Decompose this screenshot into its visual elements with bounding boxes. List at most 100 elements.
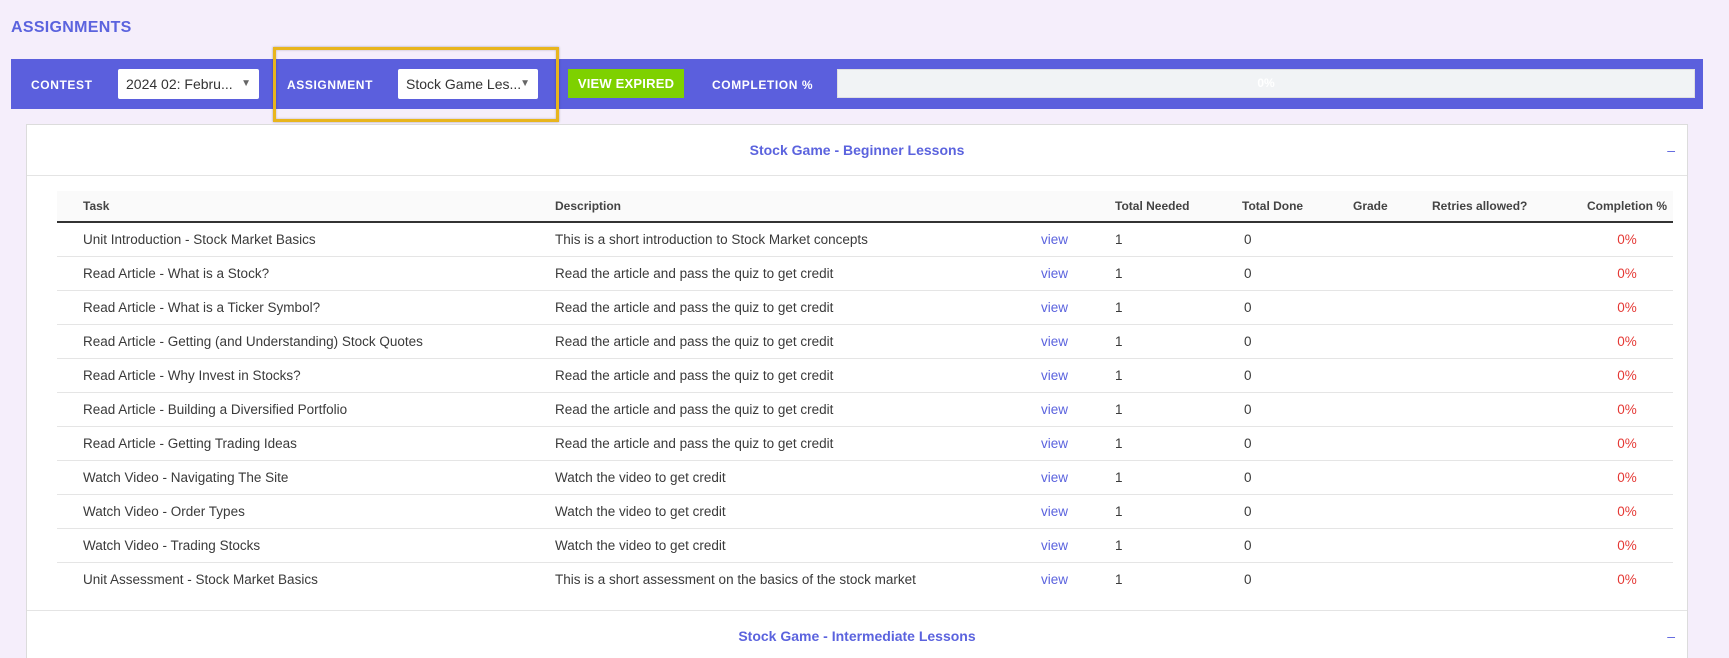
view-link[interactable]: view — [1041, 436, 1068, 451]
collapse-toggle[interactable]: – — [1667, 125, 1675, 175]
view-cell: view — [1015, 494, 1089, 529]
total-needed-cell: 1 — [1089, 324, 1216, 359]
assignment-toolbar: CONTEST 2024 02: Febru... ▼ ASSIGNMENT S… — [11, 59, 1703, 109]
table-header-row: Task Description Total Needed Total Done… — [57, 191, 1673, 223]
task-table: Task Description Total Needed Total Done… — [57, 191, 1673, 596]
view-link[interactable]: view — [1041, 470, 1068, 485]
column-header-retries[interactable]: Retries allowed? — [1406, 191, 1555, 223]
divider — [27, 175, 1687, 176]
table-row: Read Article - What is a Stock? Read the … — [57, 256, 1673, 291]
task-cell: Read Article - Getting Trading Ideas — [57, 426, 529, 461]
grade-cell — [1327, 222, 1406, 257]
retries-cell — [1406, 290, 1555, 325]
collapse-toggle[interactable]: – — [1667, 611, 1675, 658]
column-header-grade[interactable]: Grade — [1327, 191, 1406, 223]
column-header-completion[interactable]: Completion % — [1555, 191, 1673, 223]
retries-cell — [1406, 222, 1555, 257]
section-header-beginner[interactable]: Stock Game - Beginner Lessons – — [27, 125, 1687, 175]
grade-cell — [1327, 392, 1406, 427]
retries-cell — [1406, 426, 1555, 461]
retries-cell — [1406, 324, 1555, 359]
task-cell: Read Article - Why Invest in Stocks? — [57, 358, 529, 393]
completion-progress-bar: 0% — [837, 69, 1695, 98]
grade-cell — [1327, 494, 1406, 529]
retries-cell — [1406, 256, 1555, 291]
grade-cell — [1327, 562, 1406, 596]
view-cell: view — [1015, 392, 1089, 427]
view-cell: view — [1015, 528, 1089, 563]
task-cell: Watch Video - Order Types — [57, 494, 529, 529]
assignments-panel: Stock Game - Beginner Lessons – Task Des… — [26, 124, 1688, 658]
task-cell: Watch Video - Trading Stocks — [57, 528, 529, 563]
table-row: Read Article - What is a Ticker Symbol? R… — [57, 290, 1673, 325]
grade-cell — [1327, 324, 1406, 359]
retries-cell — [1406, 358, 1555, 393]
view-cell: view — [1015, 290, 1089, 325]
retries-cell — [1406, 494, 1555, 529]
task-cell: Watch Video - Navigating The Site — [57, 460, 529, 495]
grade-cell — [1327, 358, 1406, 393]
retries-cell — [1406, 392, 1555, 427]
description-cell: Read the article and pass the quiz to ge… — [529, 392, 1015, 427]
view-link[interactable]: view — [1041, 402, 1068, 417]
total-needed-cell: 1 — [1089, 358, 1216, 393]
total-needed-cell: 1 — [1089, 460, 1216, 495]
total-needed-cell: 1 — [1089, 290, 1216, 325]
view-link[interactable]: view — [1041, 232, 1068, 247]
view-cell: view — [1015, 324, 1089, 359]
completion-cell: 0% — [1555, 290, 1673, 325]
column-header-description[interactable]: Description — [529, 191, 1015, 223]
total-done-cell: 0 — [1216, 460, 1327, 495]
view-expired-button[interactable]: VIEW EXPIRED — [568, 69, 684, 98]
column-header-total-done[interactable]: Total Done — [1216, 191, 1327, 223]
total-needed-cell: 1 — [1089, 256, 1216, 291]
completion-cell: 0% — [1555, 392, 1673, 427]
total-needed-cell: 1 — [1089, 494, 1216, 529]
total-done-cell: 0 — [1216, 222, 1327, 257]
completion-label: COMPLETION % — [712, 78, 814, 92]
description-cell: Read the article and pass the quiz to ge… — [529, 358, 1015, 393]
total-needed-cell: 1 — [1089, 528, 1216, 563]
table-row: Read Article - Getting (and Understandin… — [57, 324, 1673, 359]
view-link[interactable]: view — [1041, 572, 1068, 587]
description-cell: This is a short assessment on the basics… — [555, 571, 916, 587]
total-needed-cell: 1 — [1115, 571, 1123, 587]
total-needed-cell: 1 — [1089, 426, 1216, 461]
grade-cell — [1327, 256, 1406, 291]
section-title: Stock Game - Intermediate Lessons — [738, 628, 976, 644]
column-header-total-needed[interactable]: Total Needed — [1089, 191, 1216, 223]
assignment-select-value: Stock Game Les... — [406, 76, 522, 92]
view-cell: view — [1015, 256, 1089, 291]
completion-cell: 0% — [1555, 222, 1673, 257]
task-cell: Read Article - Getting (and Understandin… — [57, 324, 529, 359]
view-link[interactable]: view — [1041, 368, 1068, 383]
completion-cell: 0% — [1555, 256, 1673, 291]
completion-cell: 0% — [1555, 528, 1673, 563]
total-done-cell: 0 — [1216, 528, 1327, 563]
completion-cell: 0% — [1555, 426, 1673, 461]
view-link[interactable]: view — [1041, 538, 1068, 553]
view-link[interactable]: view — [1041, 504, 1068, 519]
description-cell: This is a short introduction to Stock Ma… — [529, 222, 1015, 257]
contest-select[interactable]: 2024 02: Febru... ▼ — [118, 69, 259, 99]
description-cell: Read the article and pass the quiz to ge… — [529, 256, 1015, 291]
view-link[interactable]: view — [1041, 300, 1068, 315]
description-cell: Read the article and pass the quiz to ge… — [529, 290, 1015, 325]
column-header-task[interactable]: Task — [57, 191, 529, 223]
total-needed-cell: 1 — [1089, 392, 1216, 427]
description-cell: Watch the video to get credit — [529, 494, 1015, 529]
view-link[interactable]: view — [1041, 266, 1068, 281]
task-cell: Unit Assessment - Stock Market Basics — [83, 571, 318, 587]
grade-cell — [1327, 460, 1406, 495]
total-done-cell: 0 — [1216, 358, 1327, 393]
caret-down-icon: ▼ — [520, 78, 530, 89]
completion-cell: 0% — [1555, 460, 1673, 495]
view-link[interactable]: view — [1041, 334, 1068, 349]
table-row: Read Article - Why Invest in Stocks? Read… — [57, 358, 1673, 393]
completion-cell: 0% — [1555, 324, 1673, 359]
total-done-cell: 0 — [1216, 426, 1327, 461]
task-cell: Read Article - What is a Ticker Symbol? — [57, 290, 529, 325]
section-header-intermediate[interactable]: Stock Game - Intermediate Lessons – — [27, 611, 1687, 658]
table-row: Unit Assessment - Stock Market Basics Thi… — [57, 562, 1673, 596]
assignment-select[interactable]: Stock Game Les... ▼ — [398, 69, 538, 99]
